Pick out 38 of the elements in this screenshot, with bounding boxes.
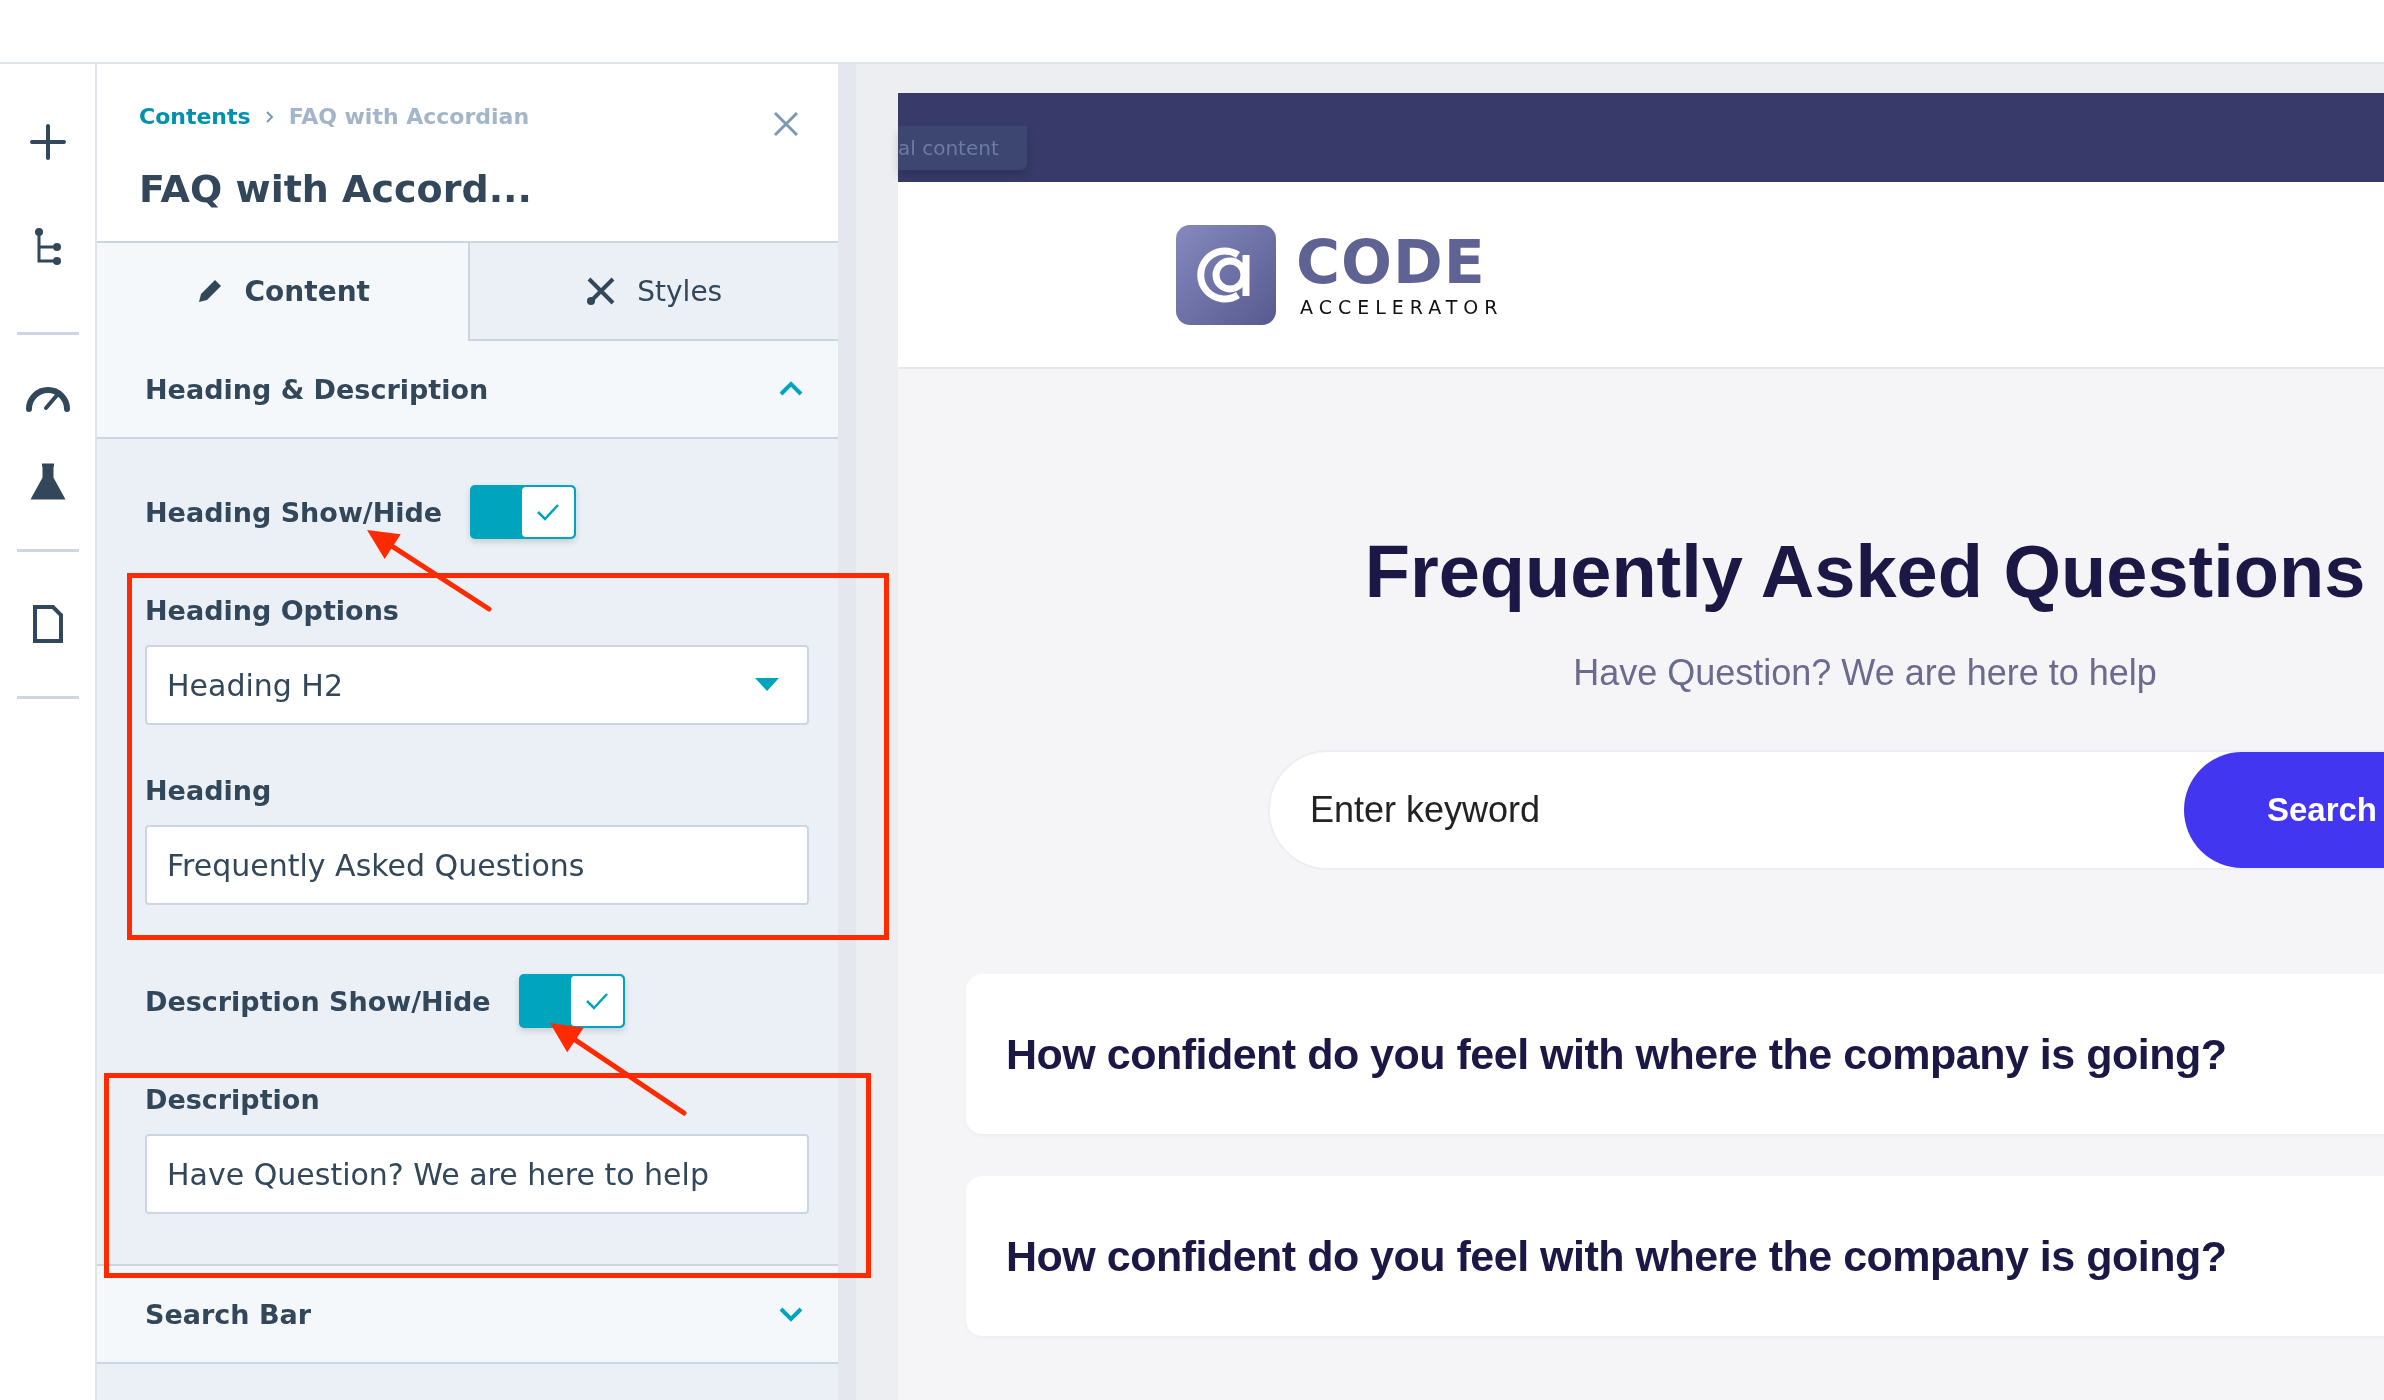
page-description: Have Question? We are here to help: [1573, 652, 2157, 694]
toggle-label: Description Show/Hide: [145, 985, 491, 1017]
check-icon: [536, 503, 561, 521]
panel-tab[interactable]: Content: [97, 243, 468, 341]
breadcrumb-link[interactable]: Contents: [139, 104, 251, 129]
faq-card[interactable]: How confident do you feel with where the company is going?: [966, 1176, 2384, 1336]
heading-select[interactable]: Heading H2: [145, 645, 809, 725]
close-icon[interactable]: [772, 110, 800, 138]
section-header[interactable]: Heading & Description: [97, 341, 838, 439]
faq-question: How confident do you feel with where the company is going?: [1006, 1029, 2227, 1079]
panel-title: FAQ with Accord...: [139, 167, 533, 211]
document-icon[interactable]: [30, 603, 65, 645]
caret-icon: [755, 678, 779, 692]
logo-name: CODE: [1296, 231, 1487, 292]
add-icon[interactable]: [28, 123, 67, 161]
text-field[interactable]: Frequently Asked Questions: [145, 825, 809, 905]
chevron-right-icon: [264, 109, 275, 124]
section-header[interactable]: Search Bar: [97, 1266, 838, 1364]
logo-icon: [1176, 224, 1276, 325]
toggle-switch[interactable]: [518, 974, 625, 1028]
chevron-up-icon: [778, 381, 804, 397]
flask-icon[interactable]: [28, 462, 67, 502]
faq-question: How confident do you feel with where the company is going?: [1006, 1231, 2227, 1281]
field-label: Heading Options: [145, 595, 400, 627]
field-label: Heading: [145, 775, 273, 807]
panel-tab[interactable]: Styles: [467, 243, 838, 341]
tree-icon[interactable]: [32, 227, 63, 267]
search-button[interactable]: Search: [2184, 752, 2384, 868]
check-icon: [584, 992, 609, 1010]
search-field[interactable]: Enter keyword Search: [1268, 750, 2384, 870]
field-label: Description: [145, 1084, 321, 1116]
logo-tagline: ACCELERATOR: [1299, 295, 1504, 318]
page-heading: Frequently Asked Questions: [1364, 529, 2366, 614]
faq-card[interactable]: How confident do you feel with where the company is going?: [966, 974, 2384, 1134]
text-field[interactable]: Have Question? We are here to help: [145, 1134, 809, 1214]
toggle-switch[interactable]: [470, 485, 577, 539]
toggle-label: Heading Show/Hide: [145, 496, 443, 528]
chevron-down-icon: [778, 1306, 804, 1322]
